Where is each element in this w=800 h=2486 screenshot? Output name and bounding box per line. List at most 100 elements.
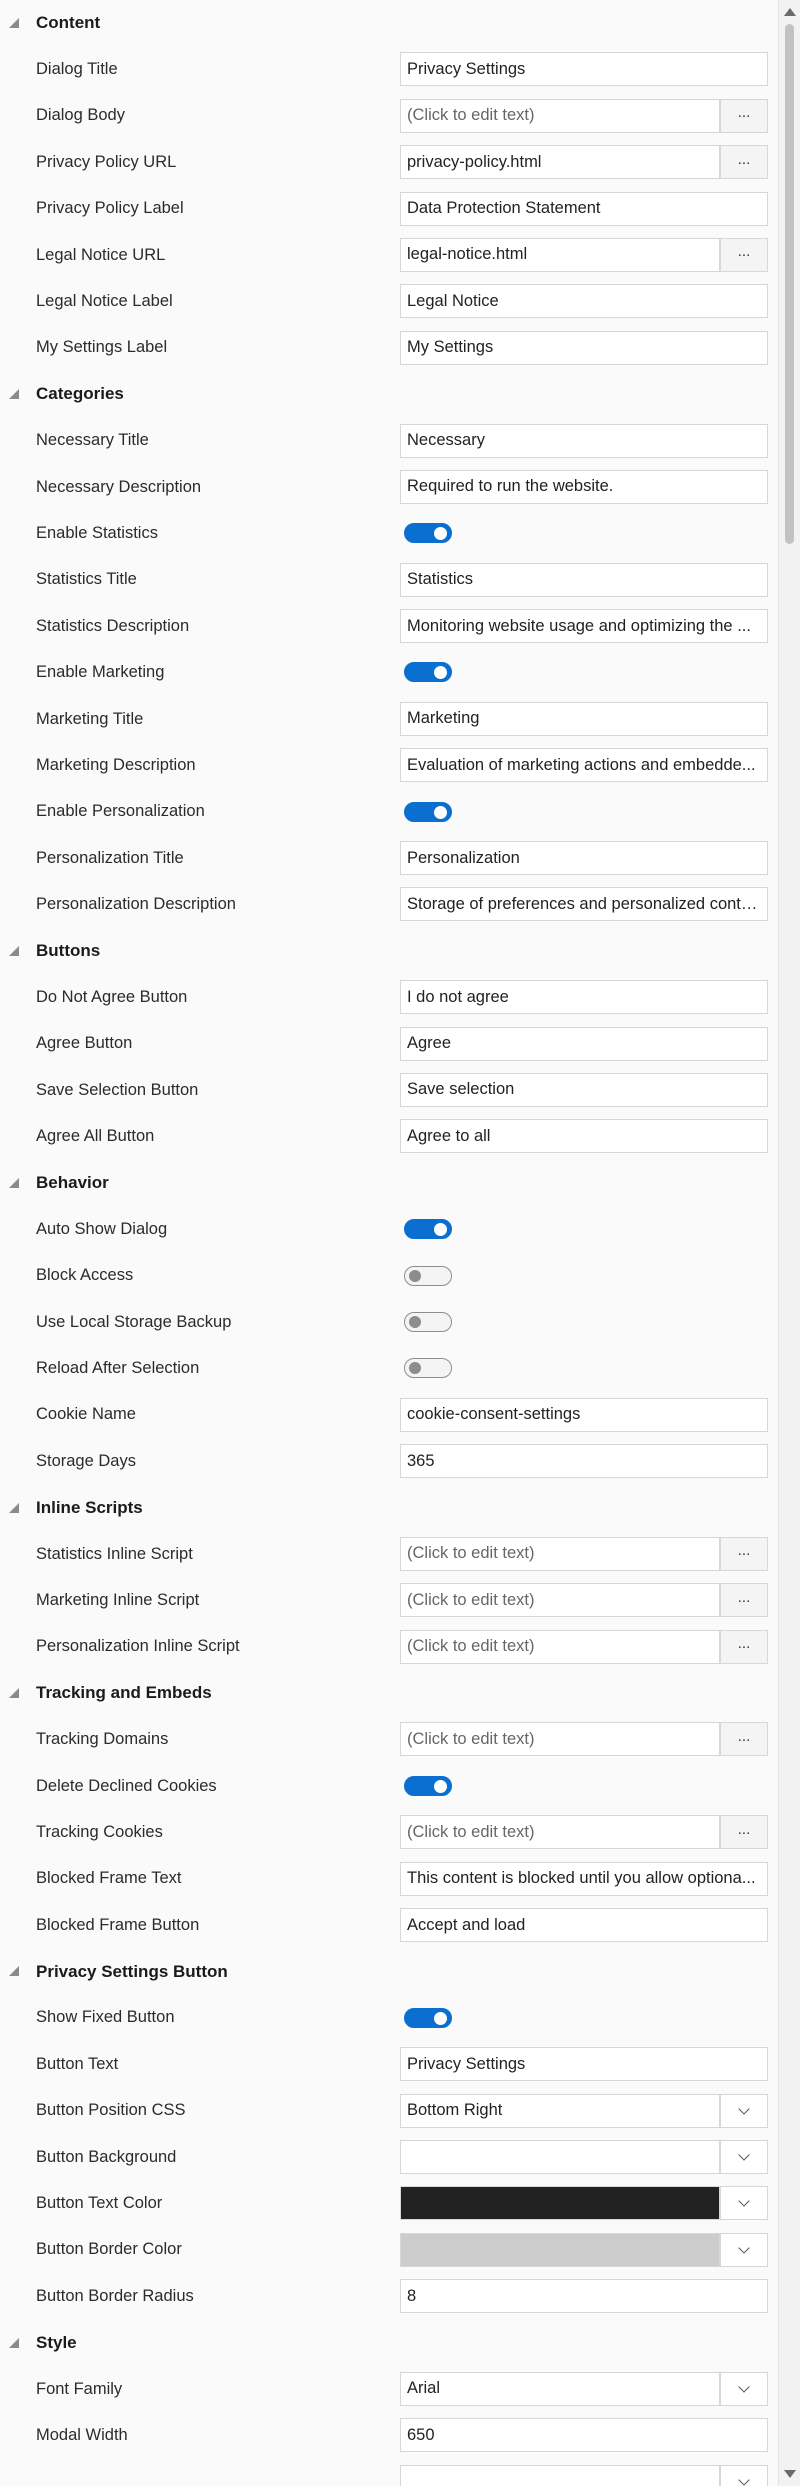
text-editor[interactable]: Monitoring website usage and optimizing … xyxy=(400,609,768,644)
section-header-behavior[interactable]: Behavior xyxy=(0,1160,778,1206)
text-editor[interactable]: Legal Notice xyxy=(400,284,768,319)
section-header-tracking-and-embeds[interactable]: Tracking and Embeds xyxy=(0,1670,778,1716)
button-position-css-select-value[interactable]: Bottom Right xyxy=(400,2093,720,2128)
edit-dialog-button[interactable]: ... xyxy=(720,1583,768,1618)
scroll-down-arrow-icon[interactable] xyxy=(784,2470,796,2478)
edit-dialog-button[interactable]: ... xyxy=(720,1536,768,1571)
dropdown-button[interactable] xyxy=(720,2371,768,2406)
enable-personalization-toggle[interactable] xyxy=(404,801,452,822)
modal-width-input[interactable]: 650 xyxy=(400,2418,768,2453)
collapse-triangle-icon[interactable] xyxy=(9,2337,19,2348)
delete-declined-cookies-toggle[interactable] xyxy=(404,1775,452,1796)
dialog-title-input[interactable]: Privacy Settings xyxy=(400,52,768,87)
color-swatch[interactable] xyxy=(400,2232,720,2267)
text-editor[interactable]: Save selection xyxy=(400,1072,768,1107)
enable-marketing-toggle[interactable] xyxy=(404,662,452,683)
text-editor[interactable]: My Settings xyxy=(400,330,768,365)
collapse-triangle-icon[interactable] xyxy=(9,1688,19,1699)
section-header-content[interactable]: Content xyxy=(0,0,778,46)
marketing-description-input[interactable]: Evaluation of marketing actions and embe… xyxy=(400,748,768,783)
collapse-triangle-icon[interactable] xyxy=(9,1966,19,1977)
text-editor[interactable]: Evaluation of marketing actions and embe… xyxy=(400,748,768,783)
do-not-agree-button-input[interactable]: I do not agree xyxy=(400,980,768,1015)
color-picker[interactable] xyxy=(400,2139,768,2174)
text-editor[interactable]: Necessary xyxy=(400,423,768,458)
section-header-privacy-settings-button[interactable]: Privacy Settings Button xyxy=(0,1948,778,1994)
text-editor[interactable]: 365 xyxy=(400,1444,768,1479)
legal-notice-label-input[interactable]: Legal Notice xyxy=(400,284,768,319)
dropdown-select[interactable] xyxy=(400,2464,768,2486)
button-text-input[interactable]: Privacy Settings xyxy=(400,2047,768,2082)
color-swatch[interactable] xyxy=(400,2186,720,2221)
text-editor[interactable]: 650 xyxy=(400,2418,768,2453)
section-header-categories[interactable]: Categories xyxy=(0,371,778,417)
dropdown-select[interactable]: Arial xyxy=(400,2371,768,2406)
collapse-triangle-icon[interactable] xyxy=(9,1502,19,1513)
tracking-cookies-input[interactable]: (Click to edit text) xyxy=(400,1815,720,1850)
section-header-style[interactable]: Style xyxy=(0,2320,778,2366)
use-local-storage-backup-toggle[interactable] xyxy=(404,1311,452,1332)
dropdown-button[interactable] xyxy=(720,2186,768,2221)
legal-notice-url-input[interactable]: legal-notice.html xyxy=(400,237,720,272)
dropdown-button[interactable] xyxy=(720,2464,768,2486)
collapse-triangle-icon[interactable] xyxy=(9,18,19,28)
edit-dialog-button[interactable]: ... xyxy=(720,1722,768,1757)
text-editor[interactable]: Accept and load xyxy=(400,1908,768,1943)
collapse-triangle-icon[interactable] xyxy=(9,389,19,400)
color-picker[interactable] xyxy=(400,2186,768,2221)
dialog-body-input[interactable]: (Click to edit text) xyxy=(400,98,720,133)
auto-show-dialog-toggle[interactable] xyxy=(404,1219,452,1240)
text-editor[interactable]: Privacy Settings xyxy=(400,52,768,87)
personalization-title-input[interactable]: Personalization xyxy=(400,841,768,876)
text-editor[interactable]: Required to run the website. xyxy=(400,469,768,504)
personalization-inline-script-input[interactable]: (Click to edit text) xyxy=(400,1629,720,1664)
necessary-title-input[interactable]: Necessary xyxy=(400,423,768,458)
tracking-domains-input[interactable]: (Click to edit text) xyxy=(400,1722,720,1757)
edit-dialog-button[interactable]: ... xyxy=(720,98,768,133)
edit-dialog-button[interactable]: ... xyxy=(720,145,768,180)
text-editor[interactable]: 8 xyxy=(400,2279,768,2314)
necessary-description-input[interactable]: Required to run the website. xyxy=(400,469,768,504)
vertical-scrollbar[interactable] xyxy=(778,0,800,2486)
marketing-inline-script-input[interactable]: (Click to edit text) xyxy=(400,1583,720,1618)
scroll-up-arrow-icon[interactable] xyxy=(784,8,796,16)
enable-statistics-toggle[interactable] xyxy=(404,523,452,544)
text-editor[interactable]: Storage of preferences and personalized … xyxy=(400,887,768,922)
statistics-inline-script-input[interactable]: (Click to edit text) xyxy=(400,1536,720,1571)
text-editor[interactable]: cookie-consent-settings xyxy=(400,1397,768,1432)
collapse-triangle-icon[interactable] xyxy=(9,1177,19,1188)
section-header-inline-scripts[interactable]: Inline Scripts xyxy=(0,1485,778,1531)
my-settings-label-input[interactable]: My Settings xyxy=(400,330,768,365)
button-border-radius-input[interactable]: 8 xyxy=(400,2279,768,2314)
blocked-frame-text-input[interactable]: This content is blocked until you allow … xyxy=(400,1861,768,1896)
section-header-buttons[interactable]: Buttons xyxy=(0,928,778,974)
block-access-toggle[interactable] xyxy=(404,1265,452,1286)
privacy-policy-url-input[interactable]: privacy-policy.html xyxy=(400,145,720,180)
reload-after-selection-toggle[interactable] xyxy=(404,1358,452,1379)
font-family-select-value[interactable]: Arial xyxy=(400,2371,720,2406)
empty-select-value[interactable] xyxy=(400,2464,720,2486)
edit-dialog-button[interactable]: ... xyxy=(720,1815,768,1850)
marketing-title-input[interactable]: Marketing xyxy=(400,701,768,736)
statistics-title-input[interactable]: Statistics xyxy=(400,562,768,597)
text-editor[interactable]: Data Protection Statement xyxy=(400,191,768,226)
color-swatch[interactable] xyxy=(400,2139,720,2174)
collapse-triangle-icon[interactable] xyxy=(9,945,19,956)
text-editor[interactable]: Personalization xyxy=(400,841,768,876)
text-editor[interactable]: Agree to all xyxy=(400,1119,768,1154)
agree-all-button-input[interactable]: Agree to all xyxy=(400,1119,768,1154)
color-picker[interactable] xyxy=(400,2232,768,2267)
edit-dialog-button[interactable]: ... xyxy=(720,237,768,272)
privacy-policy-label-input[interactable]: Data Protection Statement xyxy=(400,191,768,226)
text-editor[interactable]: Marketing xyxy=(400,701,768,736)
dropdown-button[interactable] xyxy=(720,2093,768,2128)
text-editor[interactable]: I do not agree xyxy=(400,980,768,1015)
dropdown-button[interactable] xyxy=(720,2139,768,2174)
text-editor[interactable]: Privacy Settings xyxy=(400,2047,768,2082)
cookie-name-input[interactable]: cookie-consent-settings xyxy=(400,1397,768,1432)
dropdown-button[interactable] xyxy=(720,2232,768,2267)
agree-button-input[interactable]: Agree xyxy=(400,1026,768,1061)
storage-days-input[interactable]: 365 xyxy=(400,1444,768,1479)
text-editor[interactable]: Agree xyxy=(400,1026,768,1061)
dropdown-select[interactable]: Bottom Right xyxy=(400,2093,768,2128)
